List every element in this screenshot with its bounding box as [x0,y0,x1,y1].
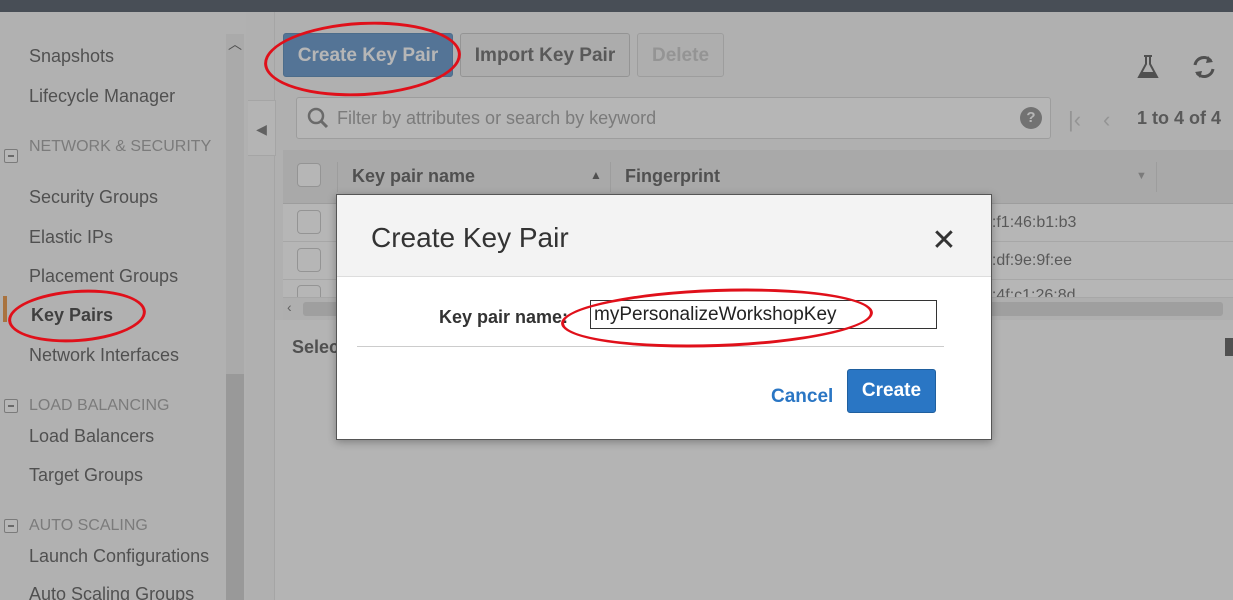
dialog-title: Create Key Pair [371,222,569,253]
key-pair-name-label: Key pair name: [439,307,569,327]
close-icon[interactable]: ✕ [930,226,958,256]
create-key-pair-dialog: Create Key Pair ✕ Key pair name: Cancel … [336,194,992,440]
dialog-divider [357,346,944,347]
dialog-header: Create Key Pair ✕ [337,195,991,277]
create-button[interactable]: Create [847,369,936,413]
key-pair-name-input[interactable] [590,300,937,329]
cancel-button[interactable]: Cancel [771,386,833,408]
